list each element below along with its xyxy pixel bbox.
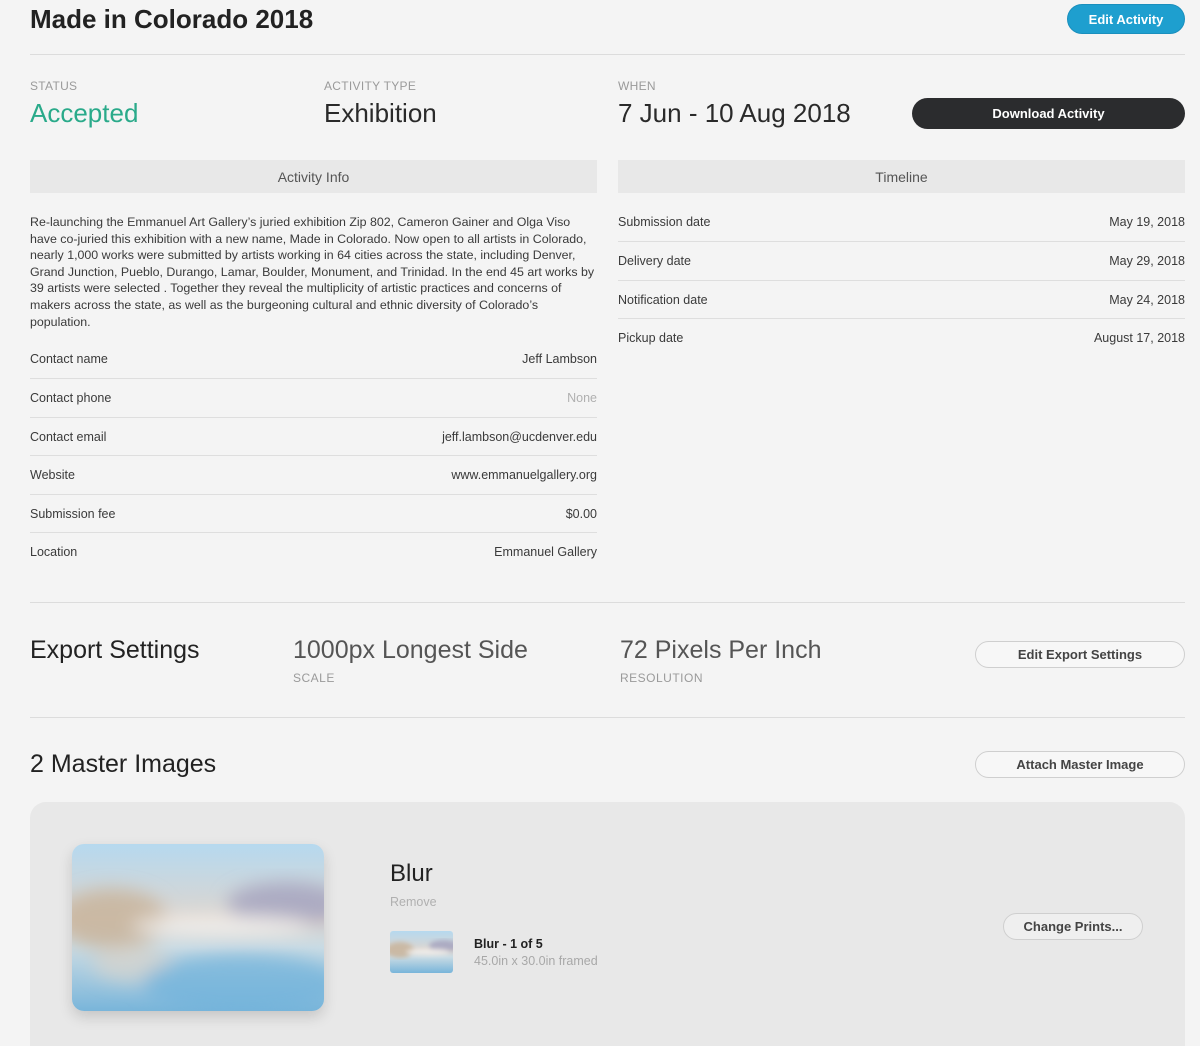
row-label: Contact name	[30, 352, 108, 366]
print-thumbnail	[390, 931, 453, 973]
export-settings-title: Export Settings	[30, 636, 200, 664]
row-label: Delivery date	[618, 254, 691, 268]
contact-email-link[interactable]: jeff.lambson@ucdenver.edu	[442, 430, 597, 444]
activity-description: Re-launching the Emmanuel Art Gallery’s …	[30, 215, 595, 329]
timeline-row-notification: Notification date May 24, 2018	[618, 281, 1185, 319]
timeline-header: Timeline	[618, 160, 1185, 193]
info-row-contact-email: Contact email jeff.lambson@ucdenver.edu	[30, 418, 597, 456]
change-prints-button[interactable]: Change Prints...	[1003, 913, 1143, 940]
info-row-location: Location Emmanuel Gallery	[30, 533, 597, 571]
row-label: Pickup date	[618, 331, 684, 345]
blurred-landscape-image	[72, 844, 324, 1011]
scale-value: 1000px Longest Side	[293, 636, 528, 664]
status-label: STATUS	[30, 79, 78, 93]
timeline-row-delivery: Delivery date May 29, 2018	[618, 242, 1185, 280]
divider	[30, 717, 1185, 718]
info-row-submission-fee: Submission fee $0.00	[30, 495, 597, 533]
print-preview-image	[390, 931, 453, 973]
master-image-thumbnail[interactable]	[72, 844, 324, 1011]
row-value: August 17, 2018	[1093, 331, 1185, 345]
row-label: Submission date	[618, 215, 711, 229]
row-value: $0.00	[565, 507, 597, 521]
row-value: None	[567, 391, 597, 405]
scale-label: SCALE	[293, 671, 335, 685]
info-row-contact-name: Contact name Jeff Lambson	[30, 340, 597, 378]
resolution-value: 72 Pixels Per Inch	[620, 636, 822, 664]
website-link[interactable]: www.emmanuelgallery.org	[451, 468, 597, 482]
row-label: Website	[30, 468, 75, 482]
download-activity-button[interactable]: Download Activity	[912, 98, 1185, 129]
page-title: Made in Colorado 2018	[30, 4, 314, 34]
row-value: May 19, 2018	[1109, 215, 1185, 229]
activity-type-value: Exhibition	[324, 98, 437, 128]
status-value: Accepted	[30, 98, 139, 128]
row-label: Contact email	[30, 430, 107, 444]
row-value: Emmanuel Gallery	[494, 545, 597, 559]
when-value: 7 Jun - 10 Aug 2018	[618, 98, 851, 128]
row-label: Location	[30, 545, 78, 559]
timeline-row-submission: Submission date May 19, 2018	[618, 203, 1185, 241]
resolution-label: RESOLUTION	[620, 671, 704, 685]
remove-link[interactable]: Remove	[390, 895, 437, 909]
row-label: Submission fee	[30, 507, 116, 521]
divider	[30, 54, 1185, 55]
print-size: 45.0in x 30.0in framed	[474, 954, 598, 968]
attach-master-image-button[interactable]: Attach Master Image	[975, 751, 1185, 778]
activity-type-label: ACTIVITY TYPE	[324, 79, 417, 93]
row-label: Notification date	[618, 293, 708, 307]
master-image-name: Blur	[390, 860, 433, 887]
info-row-website: Website www.emmanuelgallery.org	[30, 456, 597, 494]
timeline-row-pickup: Pickup date August 17, 2018	[618, 319, 1185, 357]
info-row-contact-phone: Contact phone None	[30, 379, 597, 417]
row-value: May 29, 2018	[1109, 254, 1185, 268]
print-title: Blur - 1 of 5	[474, 937, 543, 951]
when-label: WHEN	[618, 79, 656, 93]
edit-activity-button[interactable]: Edit Activity	[1067, 4, 1185, 34]
row-value: Jeff Lambson	[522, 352, 597, 366]
activity-info-header: Activity Info	[30, 160, 597, 193]
row-value: May 24, 2018	[1109, 293, 1185, 307]
row-label: Contact phone	[30, 391, 112, 405]
divider	[30, 602, 1185, 603]
edit-export-settings-button[interactable]: Edit Export Settings	[975, 641, 1185, 668]
master-images-title: 2 Master Images	[30, 750, 217, 778]
